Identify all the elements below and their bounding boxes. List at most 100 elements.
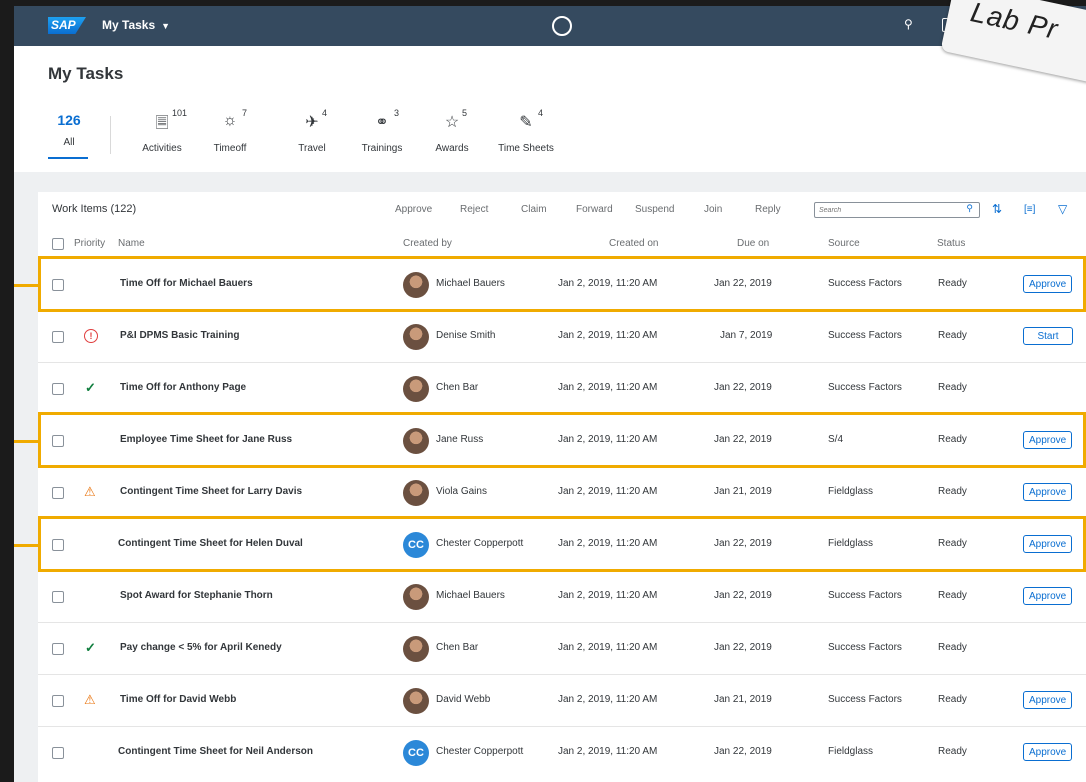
created-by: Chen Bar	[436, 642, 479, 653]
avatar	[403, 428, 429, 454]
created-on: Jan 2, 2019, 11:20 AM	[558, 278, 658, 289]
approve-button[interactable]: Approve	[1023, 431, 1073, 449]
column-header-due-on[interactable]: Due on	[737, 238, 769, 249]
task-name[interactable]: Time Off for David Webb	[120, 694, 236, 705]
source: Success Factors	[828, 642, 902, 653]
approve-action-button[interactable]: Approve	[395, 204, 432, 215]
row-checkbox[interactable]	[52, 331, 64, 343]
column-header-source[interactable]: Source	[828, 238, 860, 249]
suspend-action-button[interactable]: Suspend	[635, 204, 674, 215]
approve-button[interactable]: Approve	[1023, 743, 1073, 761]
sort-icon[interactable]: ⇅	[992, 202, 1002, 216]
created-by: Chester Copperpott	[436, 538, 524, 549]
approve-button[interactable]: Approve	[1023, 587, 1073, 605]
column-header-priority[interactable]: Priority	[74, 238, 105, 249]
filter-icon[interactable]: ▽	[1058, 202, 1067, 216]
table-row[interactable]: ! P&I DPMS Basic Training Denise Smith Jan …	[38, 310, 1086, 363]
approve-button[interactable]: Approve	[1023, 691, 1073, 709]
task-name[interactable]: Spot Award for Stephanie Thorn	[120, 590, 273, 601]
highlight-connector	[14, 440, 38, 443]
tab-timeoff[interactable]: ☼ 7 Timeoff	[210, 108, 250, 154]
search-icon[interactable]: ⚲	[904, 17, 913, 31]
avatar: CC	[403, 532, 429, 558]
warning-icon: ⚠	[84, 692, 96, 707]
table-row[interactable]: ✓ Time Off for Anthony Page Chen Bar Jan 2,…	[38, 362, 1086, 415]
task-name[interactable]: Pay change < 5% for April Kenedy	[120, 642, 282, 653]
task-name[interactable]: Employee Time Sheet for Jane Russ	[120, 434, 292, 445]
approve-button[interactable]: Approve	[1023, 483, 1073, 501]
created-by: Viola Gains	[436, 486, 487, 497]
row-checkbox[interactable]	[52, 591, 64, 603]
row-checkbox[interactable]	[52, 747, 64, 759]
task-name[interactable]: P&I DPMS Basic Training	[120, 330, 239, 341]
start-button[interactable]: Start	[1023, 327, 1073, 345]
tab-label: Time Sheets	[498, 143, 554, 154]
app-title-menu[interactable]: My Tasks ▼	[102, 18, 170, 32]
search-icon[interactable]: ⚲	[966, 203, 973, 214]
tab-activities[interactable]: 🗏 101 Activities	[140, 108, 187, 154]
reply-action-button[interactable]: Reply	[755, 204, 781, 215]
tab-awards[interactable]: ☆ 5 Awards	[432, 108, 472, 154]
task-name[interactable]: Time Off for Anthony Page	[120, 382, 246, 393]
tab-all[interactable]: 126 All	[48, 112, 88, 159]
created-on: Jan 2, 2019, 11:20 AM	[558, 590, 658, 601]
table-row[interactable]: Employee Time Sheet for Jane Russ Jane Ru…	[38, 414, 1086, 467]
tab-label: Awards	[435, 143, 469, 154]
created-on: Jan 2, 2019, 11:20 AM	[558, 642, 658, 653]
avatar	[403, 376, 429, 402]
reject-action-button[interactable]: Reject	[460, 204, 488, 215]
tab-time-sheets[interactable]: ✎ 4 Time Sheets	[496, 108, 556, 154]
sun-icon: ☼	[222, 112, 238, 129]
task-name[interactable]: Time Off for Michael Bauers	[120, 278, 253, 289]
forward-action-button[interactable]: Forward	[576, 204, 613, 215]
task-name[interactable]: Contingent Time Sheet for Larry Davis	[120, 486, 302, 497]
tab-count: 4	[538, 108, 544, 118]
table-row[interactable]: Spot Award for Stephanie Thorn Michael Ba…	[38, 570, 1086, 623]
row-checkbox[interactable]	[52, 695, 64, 707]
approve-button[interactable]: Approve	[1023, 275, 1073, 293]
search-input[interactable]	[819, 203, 949, 217]
row-checkbox[interactable]	[52, 539, 64, 551]
tab-count: 5	[462, 108, 468, 118]
created-on: Jan 2, 2019, 11:20 AM	[558, 382, 658, 393]
due-on: Jan 22, 2019	[714, 278, 772, 289]
table-row[interactable]: Time Off for Michael Bauers Michael Bauer…	[38, 258, 1086, 311]
row-checkbox[interactable]	[52, 487, 64, 499]
select-all-checkbox[interactable]	[52, 238, 64, 250]
task-name[interactable]: Contingent Time Sheet for Helen Duval	[118, 538, 303, 549]
highlight-connector	[14, 284, 38, 287]
row-checkbox[interactable]	[52, 643, 64, 655]
column-header-created-on[interactable]: Created on	[609, 238, 658, 249]
tab-trainings[interactable]: ⚭ 3 Trainings	[358, 108, 406, 154]
page-title: My Tasks	[48, 64, 124, 83]
search-field[interactable]: ⚲	[814, 202, 980, 218]
tab-count: 126	[57, 112, 81, 128]
table-row[interactable]: ⚠ Contingent Time Sheet for Larry Davis Vi…	[38, 466, 1086, 519]
selected-tab-indicator	[48, 157, 88, 159]
column-header-status[interactable]: Status	[937, 238, 965, 249]
airplane-icon: ✈	[305, 114, 319, 131]
claim-action-button[interactable]: Claim	[521, 204, 547, 215]
tab-travel[interactable]: ✈ 4 Travel	[294, 108, 330, 154]
table-row[interactable]: ⚠ Time Off for David Webb David Webb Jan 2,…	[38, 674, 1086, 727]
task-name[interactable]: Contingent Time Sheet for Neil Anderson	[118, 746, 313, 757]
group-settings-icon[interactable]: [≡]	[1024, 204, 1035, 215]
table-row[interactable]: Contingent Time Sheet for Helen Duval CC C…	[38, 518, 1086, 571]
source: Success Factors	[828, 694, 902, 705]
column-header-created-by[interactable]: Created by	[403, 238, 452, 249]
row-checkbox[interactable]	[52, 435, 64, 447]
avatar	[403, 688, 429, 714]
column-header-name[interactable]: Name	[118, 238, 145, 249]
tab-count: 7	[242, 108, 248, 118]
join-action-button[interactable]: Join	[704, 204, 722, 215]
row-checkbox[interactable]	[52, 279, 64, 291]
table-row[interactable]: Contingent Time Sheet for Neil Anderson C…	[38, 726, 1086, 779]
due-on: Jan 21, 2019	[714, 486, 772, 497]
row-checkbox[interactable]	[52, 383, 64, 395]
source: Success Factors	[828, 590, 902, 601]
table-row[interactable]: ✓ Pay change < 5% for April Kenedy Chen Ba…	[38, 622, 1086, 675]
approve-button[interactable]: Approve	[1023, 535, 1073, 553]
checkmark-icon: ✓	[85, 380, 96, 395]
status-text: Ready	[938, 642, 967, 653]
due-on: Jan 22, 2019	[714, 434, 772, 445]
